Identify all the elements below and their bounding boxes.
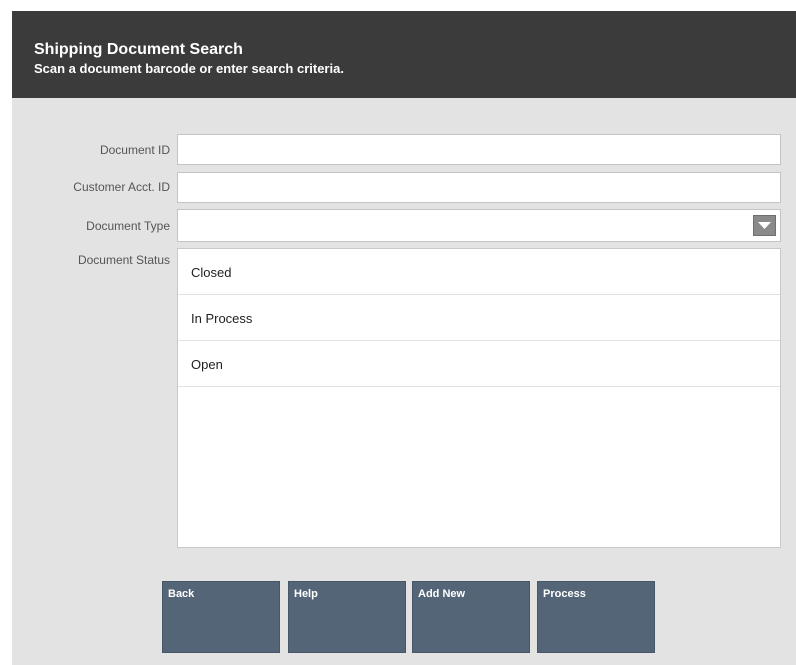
list-item-label: Open <box>191 357 223 372</box>
customer-acct-id-label: Customer Acct. ID <box>73 180 170 194</box>
page-subtitle: Scan a document barcode or enter search … <box>34 61 344 76</box>
help-button[interactable]: Help <box>288 581 406 653</box>
customer-acct-id-input[interactable] <box>177 172 781 203</box>
document-type-select[interactable] <box>177 209 781 242</box>
list-item-in-process[interactable]: In Process <box>178 295 780 341</box>
chevron-down-icon[interactable] <box>753 215 776 236</box>
add-new-button[interactable]: Add New <box>412 581 530 653</box>
process-button[interactable]: Process <box>537 581 655 653</box>
document-type-label: Document Type <box>86 219 170 233</box>
document-id-label: Document ID <box>99 143 170 157</box>
document-status-label: Document Status <box>77 253 170 267</box>
list-item-label: In Process <box>191 311 253 326</box>
document-id-input[interactable] <box>177 134 781 165</box>
help-button-label: Help <box>294 588 318 600</box>
page-title: Shipping Document Search <box>34 41 243 58</box>
add-new-button-label: Add New <box>418 588 466 600</box>
process-button-label: Process <box>543 588 586 600</box>
back-button[interactable]: Back <box>162 581 280 653</box>
list-item-closed[interactable]: Closed <box>178 249 780 295</box>
page-header: Shipping Document Search Scan a document… <box>12 11 796 98</box>
list-item-open[interactable]: Open <box>178 341 780 387</box>
document-status-list[interactable]: Closed In Process Open <box>177 248 781 548</box>
list-item-label: Closed <box>191 265 232 280</box>
shipping-document-search-panel: Shipping Document Search Scan a document… <box>12 11 796 665</box>
back-button-label: Back <box>168 588 195 600</box>
